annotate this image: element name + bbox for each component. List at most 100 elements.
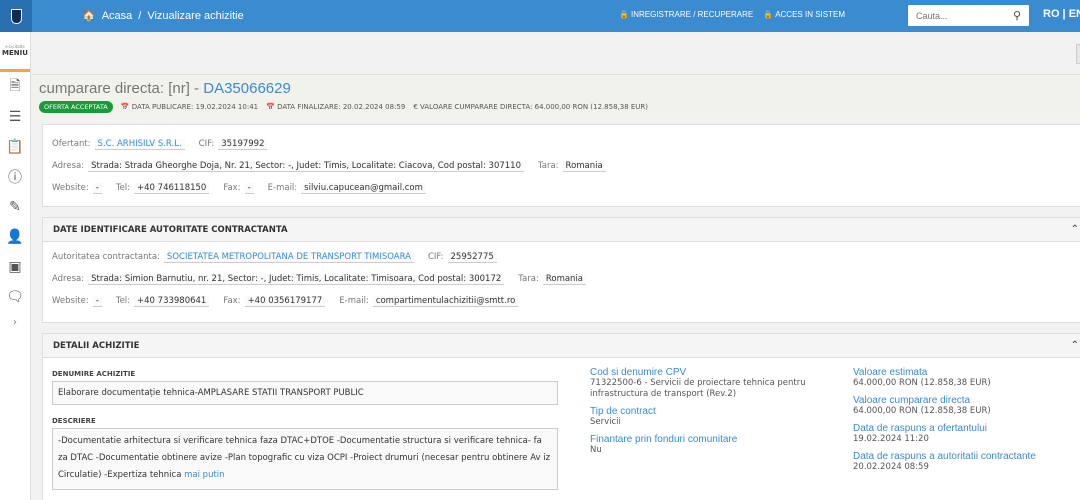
menu-toggle[interactable]: e-Licitatie MENIU [0,32,30,72]
site-logo[interactable] [0,0,32,32]
authority-row: Autoritatea contractanta: SOCIETATEA MET… [43,246,1080,268]
ofertant-email: silviu.capucean@gmail.com [301,182,426,194]
chevron-up-icon[interactable]: ⌃ [1071,224,1079,235]
breadcrumb: 🏠 Acasa / Vizualizare achizitie [82,9,244,23]
authority-panel-header[interactable]: DATE IDENTIFICARE AUTORITATE CONTRACTANT… [43,218,1080,242]
contract-type-value: Servicii [590,417,621,427]
procurement-title-area: cumparare directa: [nr] - DA35066629 OFE… [31,76,1080,119]
procurement-code[interactable]: DA35066629 [203,80,291,97]
details-panel-header[interactable]: DETALII ACHIZITIE ⌃ [43,334,1080,358]
authority-response-item: Data de raspuns a autoritatii contractan… [853,451,1080,473]
pen-icon[interactable]: ✎ [0,192,30,222]
search-box: ⚲ [908,5,1029,26]
login-link[interactable]: 🔒 ACCES IN SISTEM [763,10,845,19]
ofertant-label: Ofertant: [52,139,91,149]
monitor-icon[interactable]: ▣ [0,252,30,282]
authority-heading: DATE IDENTIFICARE AUTORITATE CONTRACTANT… [53,224,288,235]
eu-funding-item: Finantare prin fonduri comunitare Nu [590,434,820,456]
direct-value-label: Valoare cumparare directa [853,395,971,406]
register-link[interactable]: 🔒 INREGISTRARE / RECUPERARE [619,10,753,19]
authority-label: Autoritatea contractanta: [52,252,160,262]
ofertant-name-link[interactable]: S.C. ARHISILV S.R.L. [94,138,185,150]
ofertant-website: - [92,182,102,194]
descriere-box: -Documentatie arhitectura si verificare … [52,428,558,490]
procurement-meta: OFERTA ACCEPTATA 📅 DATA PUBLICARE: 19.02… [39,101,648,113]
ofertant-panel: Ofertant: S.C. ARHISILV S.R.L. CIF: 3519… [42,124,1080,207]
register-label: INREGISTRARE / RECUPERARE [630,10,754,19]
id-card-icon[interactable]: 👤 [0,222,30,252]
chat-icon[interactable]: 🗨 [0,282,30,312]
authority-address-row: Adresa: Strada: Simion Barnutiu, nr. 21,… [43,268,1080,290]
website-label: Website: [52,183,89,193]
estimated-value: 64.000,00 RON (12.858,38 EUR) [853,378,991,388]
authority-website: - [92,295,102,307]
ofertant-country: Romania [562,160,606,172]
search-icon[interactable]: ⚲ [1013,9,1021,22]
show-less-link[interactable]: mai putin [184,470,224,480]
authority-cif: 25952775 [447,251,497,263]
authority-phone: +40 733980641 [134,295,210,307]
descriere-label: DESCRIERE [52,417,96,425]
authority-response-label: Data de raspuns a autoritatii contractan… [853,451,1036,462]
eu-funding-value: Nu [590,445,602,455]
email-label: E-mail: [339,296,369,306]
authority-response-date: 20.02.2024 08:59 [853,462,929,472]
authority-address: Strada: Simion Barnutiu, nr. 21, Sector:… [88,273,505,285]
breadcrumb-current: Vizualizare achizitie [147,9,244,22]
document-icon[interactable]: 🗎 [0,72,30,102]
ofertant-row: Ofertant: S.C. ARHISILV S.R.L. CIF: 3519… [43,133,1080,155]
publish-date-text: DATA PUBLICARE: 19.02.2024 10:41 [131,103,259,111]
authority-fax: +40 0356179177 [244,295,326,307]
tara-label: Tara: [518,274,539,284]
breadcrumb-home-link[interactable]: Acasa [102,10,133,22]
authority-panel: DATE IDENTIFICARE AUTORITATE CONTRACTANT… [42,217,1080,323]
auth-links: 🔒 INREGISTRARE / RECUPERARE 🔒 ACCES IN SIS… [619,10,845,19]
calendar-icon: 📅 [266,103,275,111]
bidder-response-label: Data de raspuns a ofertantului [853,423,987,434]
contract-type-item: Tip de contract Servicii [590,406,820,428]
home-icon: 🏠 [82,10,96,22]
breadcrumb-separator: / [138,9,142,22]
strip-action-button[interactable] [1076,44,1080,64]
adresa-label: Adresa: [52,274,85,284]
denumire-label: DENUMIRE ACHIZITIE [52,370,136,378]
euro-icon: € [413,103,418,111]
page-title: cumparare directa: [nr] - DA35066629 [39,80,291,97]
bidder-response-item: Data de raspuns a ofertantului 19.02.202… [853,423,1080,445]
sidebar-expand-icon[interactable]: › [0,312,30,332]
authority-name-link[interactable]: SOCIETATEA METROPOLITANA DE TRANSPORT TI… [163,251,414,263]
page-header-strip [31,32,1080,75]
tel-label: Tel: [115,183,131,193]
denumire-value: Elaborare documentație tehnica-AMPLASARE… [52,381,558,405]
ofertant-contact-row: Website: - Tel: +40 746118150 Fax: - E-m… [43,177,1080,199]
ofertant-address-row: Adresa: Strada: Strada Gheorghe Doja, Nr… [43,155,1080,177]
authority-contact-row: Website: - Tel: +40 733980641 Fax: +40 0… [43,290,1080,312]
ofertant-address: Strada: Strada Gheorghe Doja, Nr. 21, Se… [88,160,524,172]
left-sidebar: e-Licitatie MENIU 🗎 ☰ 📋 ⓘ ✎ 👤 ▣ 🗨 › [0,32,31,500]
publish-date: 📅 DATA PUBLICARE: 19.02.2024 10:41 [121,103,258,111]
help-icon[interactable]: ⓘ [0,162,30,192]
cpv-item: Cod si denumire CPV 71322500-6 - Servici… [590,367,820,400]
lock-icon: 🔒 [763,10,774,19]
finalize-date: 📅 DATA FINALIZARE: 20.02.2024 08:59 [266,103,405,111]
details-left-column: DENUMIRE ACHIZITIE Elaborare documentați… [52,370,558,490]
list-edit-icon[interactable]: ☰ [0,102,30,132]
email-label: E-mail: [267,183,298,193]
fax-label: Fax: [223,296,241,306]
details-middle-column: Cod si denumire CPV 71322500-6 - Servici… [590,367,820,456]
website-label: Website: [52,296,89,306]
language-switch[interactable]: RO | EN [1043,8,1080,20]
lock-icon: 🔒 [619,10,629,19]
adresa-label: Adresa: [52,161,85,171]
search-input[interactable] [908,5,1003,26]
direct-value: 64.000,00 RON (12.858,38 EUR) [853,406,991,416]
chevron-up-icon[interactable]: ⌃ [1071,340,1079,351]
direct-purchase-value: € VALOARE CUMPARARE DIRECTA: 64.000,00 R… [413,103,648,111]
fax-label: Fax: [223,183,241,193]
bidder-response-date: 19.02.2024 11:20 [853,434,929,444]
login-label: ACCES IN SISTEM [775,10,845,19]
estimated-value-item: Valoare estimata 64.000,00 RON (12.858,3… [853,367,1080,389]
clipboard-icon[interactable]: 📋 [0,132,30,162]
title-prefix: cumparare directa: [nr] - [39,80,204,97]
cif-label: CIF: [427,252,444,262]
